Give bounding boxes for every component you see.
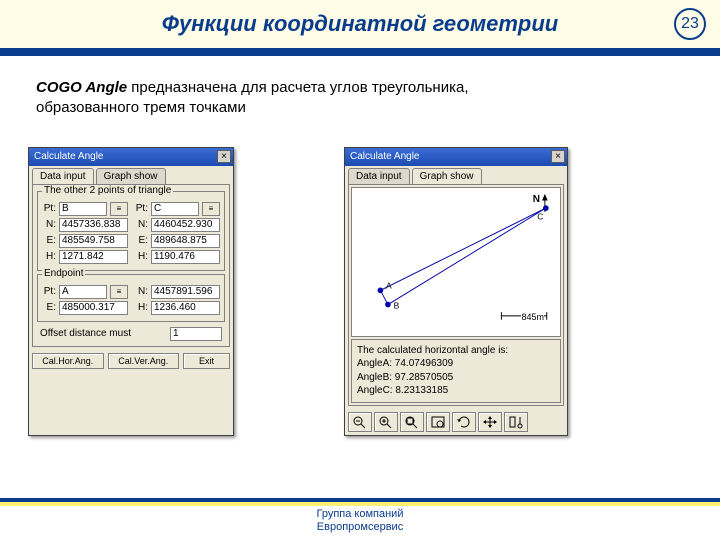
input-n-b[interactable]: 4457336.838: [59, 218, 128, 232]
svg-text:C: C: [537, 211, 543, 221]
svg-text:B: B: [394, 300, 400, 310]
panels-row: Calculate Angle × Data input Graph show …: [28, 147, 720, 436]
exit-button[interactable]: Exit: [183, 353, 230, 369]
bottom-button-row: Cal.Hor.Ang. Cal.Ver.Ang. Exit: [29, 350, 233, 372]
label-n: N:: [134, 286, 148, 297]
label-h: H:: [134, 251, 148, 262]
graph-canvas[interactable]: N A B C 845m: [351, 187, 561, 337]
input-e-b[interactable]: 485549.758: [59, 234, 128, 248]
input-n-a[interactable]: 4457891.596: [151, 285, 220, 299]
titlebar-text: Calculate Angle: [34, 151, 104, 162]
window-body: The other 2 points of triangle Pt:B≡ N:4…: [32, 184, 230, 347]
tab-row: Data input Graph show: [345, 166, 567, 184]
label-h: H:: [42, 251, 56, 262]
calc-hor-ang-button[interactable]: Cal.Hor.Ang.: [32, 353, 104, 369]
window-body: N A B C 845m: [348, 184, 564, 406]
zoom-out-icon[interactable]: [348, 412, 372, 432]
offset-row: Offset distance must 1: [36, 325, 226, 343]
divider-top: [0, 48, 720, 56]
titlebar: Calculate Angle ×: [345, 148, 567, 166]
zoom-extents-icon[interactable]: [400, 412, 424, 432]
label-pt: Pt:: [42, 203, 56, 214]
description-lead: COGO Angle: [36, 79, 127, 96]
tab-data-input[interactable]: Data input: [32, 168, 94, 184]
label-e: E:: [42, 302, 56, 313]
pick-icon[interactable]: ≡: [110, 285, 128, 299]
zoom-in-icon[interactable]: [374, 412, 398, 432]
results-head: The calculated horizontal angle is:: [357, 344, 555, 358]
input-h-c[interactable]: 1190.476: [151, 250, 220, 264]
north-label: N: [533, 194, 540, 205]
input-h-a[interactable]: 1236.460: [151, 301, 220, 315]
tab-graph-show[interactable]: Graph show: [412, 168, 482, 184]
label-n: N:: [134, 219, 148, 230]
titlebar-text: Calculate Angle: [350, 151, 420, 162]
tab-graph-show[interactable]: Graph show: [96, 168, 166, 184]
identify-icon[interactable]: [504, 412, 528, 432]
calc-angle-window-graph: Calculate Angle × Data input Graph show …: [344, 147, 568, 436]
label-h: H:: [134, 302, 148, 313]
label-pt: Pt:: [42, 286, 56, 297]
titlebar: Calculate Angle ×: [29, 148, 233, 166]
divider-bottom-yellow: [0, 502, 720, 506]
page-number-badge: 23: [674, 8, 706, 40]
svg-text:A: A: [386, 280, 392, 290]
close-icon[interactable]: ×: [217, 150, 231, 163]
input-e-a[interactable]: 485000.317: [59, 301, 128, 315]
results-panel: The calculated horizontal angle is: Angl…: [351, 339, 561, 403]
group-other-points: The other 2 points of triangle Pt:B≡ N:4…: [37, 191, 225, 271]
offset-input[interactable]: 1: [170, 327, 222, 341]
pick-icon[interactable]: ≡: [202, 202, 220, 216]
input-h-b[interactable]: 1271.842: [59, 250, 128, 264]
pan-icon[interactable]: [478, 412, 502, 432]
calc-angle-window-input: Calculate Angle × Data input Graph show …: [28, 147, 234, 436]
group-endpoint: Endpoint Pt:A≡ E:485000.317 N:4457891.59…: [37, 274, 225, 322]
input-n-c[interactable]: 4460452.930: [151, 218, 220, 232]
result-angle-a: AngleA: 74.07496309: [357, 357, 555, 371]
label-pt: Pt:: [134, 203, 148, 214]
label-e: E:: [134, 235, 148, 246]
label-n: N:: [42, 219, 56, 230]
close-icon[interactable]: ×: [551, 150, 565, 163]
result-angle-c: AngleC: 8.23133185: [357, 384, 555, 398]
input-pt-a[interactable]: A: [59, 285, 107, 299]
footer-line2: Европромсервис: [0, 521, 720, 534]
input-e-c[interactable]: 489648.875: [151, 234, 220, 248]
scale-label: 845m: [521, 312, 544, 322]
zoom-window-icon[interactable]: [426, 412, 450, 432]
footer-line1: Группа компаний: [0, 508, 720, 521]
description: COGO Angle предназначена для расчета угл…: [36, 78, 476, 119]
title-band: Функции координатной геометрии 23: [0, 0, 720, 48]
calc-ver-ang-button[interactable]: Cal.Ver.Ang.: [108, 353, 180, 369]
pick-icon[interactable]: ≡: [110, 202, 128, 216]
footer: Группа компаний Европромсервис: [0, 508, 720, 534]
offset-label: Offset distance must: [40, 328, 131, 339]
group-title: Endpoint: [42, 268, 85, 279]
tab-data-input[interactable]: Data input: [348, 168, 410, 184]
input-pt-b[interactable]: B: [59, 202, 107, 216]
refresh-icon[interactable]: [452, 412, 476, 432]
input-pt-c[interactable]: C: [151, 202, 199, 216]
group-title: The other 2 points of triangle: [42, 185, 173, 196]
graph-toolbar: [345, 409, 567, 435]
result-angle-b: AngleB: 97.28570505: [357, 371, 555, 385]
page-title: Функции координатной геометрии: [162, 11, 558, 37]
tab-row: Data input Graph show: [29, 166, 233, 184]
label-e: E:: [42, 235, 56, 246]
